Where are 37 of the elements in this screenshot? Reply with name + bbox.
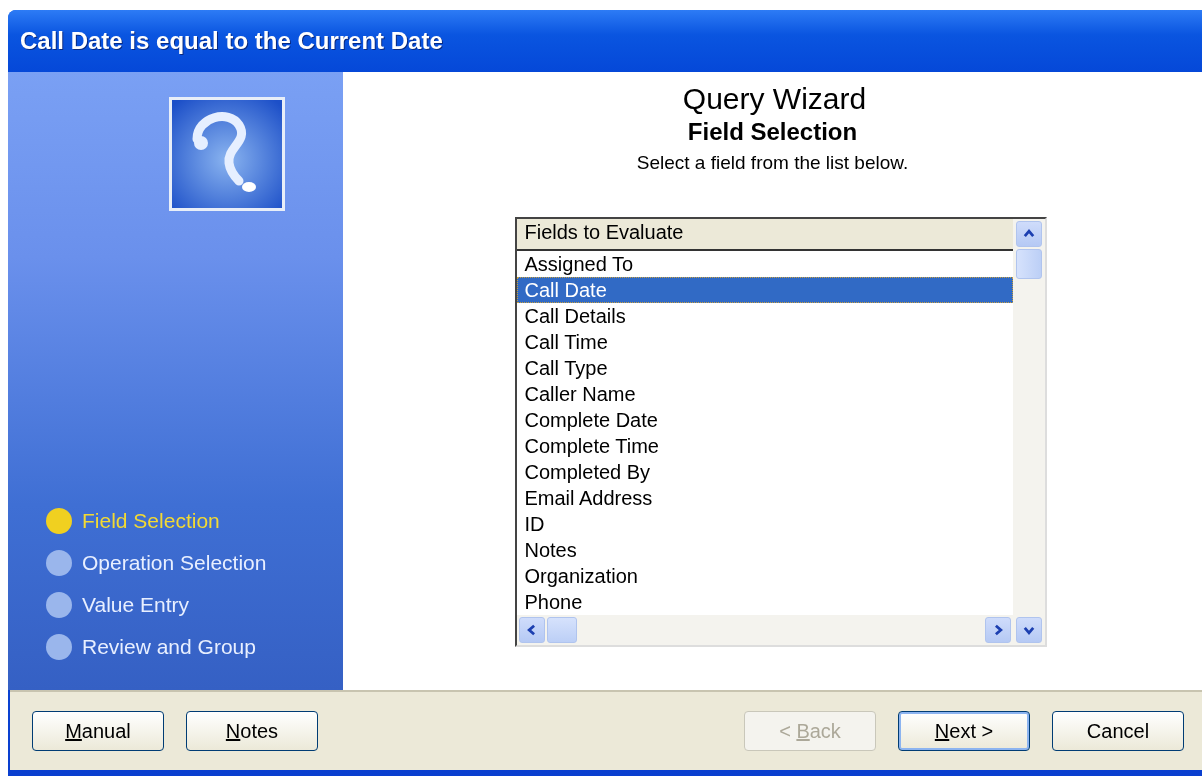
wizard-step: Field Selection [46, 506, 267, 536]
list-item[interactable]: Completed By [516, 459, 1013, 485]
list-item[interactable]: Call Details [516, 303, 1013, 329]
wizard-button[interactable]: Cancel [1052, 711, 1184, 751]
scroll-left-icon[interactable] [518, 617, 545, 643]
horizontal-scrollbar[interactable] [516, 615, 1013, 645]
list-item[interactable]: Caller Name [516, 381, 1013, 407]
help-icon [169, 97, 285, 211]
list-item[interactable]: Call Type [516, 355, 1013, 381]
list-item[interactable]: ID [516, 511, 1013, 537]
list-item[interactable]: Email Address [516, 485, 1013, 511]
page-subtitle: Field Selection [687, 118, 858, 146]
wizard-step: Operation Selection [46, 548, 267, 578]
list-item[interactable]: Phone [516, 589, 1013, 615]
scroll-up-icon[interactable] [1015, 221, 1042, 247]
wizard-title: Query Wizard [682, 82, 867, 116]
wizard-button[interactable]: Next > [898, 711, 1030, 751]
list-item[interactable]: Notes [516, 537, 1013, 563]
list-item[interactable]: Complete Time [516, 433, 1013, 459]
scroll-right-icon[interactable] [984, 617, 1011, 643]
wizard-step: Review and Group [46, 632, 267, 662]
list-item[interactable]: Organization [516, 563, 1013, 589]
wizard-step: Value Entry [46, 590, 267, 620]
wizard-button[interactable]: Notes [186, 711, 318, 751]
field-list[interactable]: Fields to Evaluate Assigned To Call Date Call Details Call Time Call Type Caller Name Complete Date Complete Time Completed By Email Address ID Notes Organization Phone [514, 217, 1047, 647]
wizard-button[interactable]: Manual [32, 711, 164, 751]
window-title: Call Date is equal to the Current Date [20, 27, 443, 55]
list-item[interactable]: Complete Date [516, 407, 1013, 433]
vertical-scrollbar[interactable] [1012, 219, 1045, 645]
list-item[interactable]: Call Date [516, 277, 1013, 303]
scroll-thumb[interactable] [1015, 249, 1042, 279]
scroll-thumb[interactable] [546, 617, 577, 643]
list-item[interactable]: Call Time [516, 329, 1013, 355]
instruction-text: Select a field from the list below. [636, 152, 909, 174]
scroll-down-icon[interactable] [1015, 617, 1042, 643]
column-header[interactable]: Fields to Evaluate [516, 219, 1013, 251]
list-item[interactable]: Assigned To [516, 251, 1013, 277]
